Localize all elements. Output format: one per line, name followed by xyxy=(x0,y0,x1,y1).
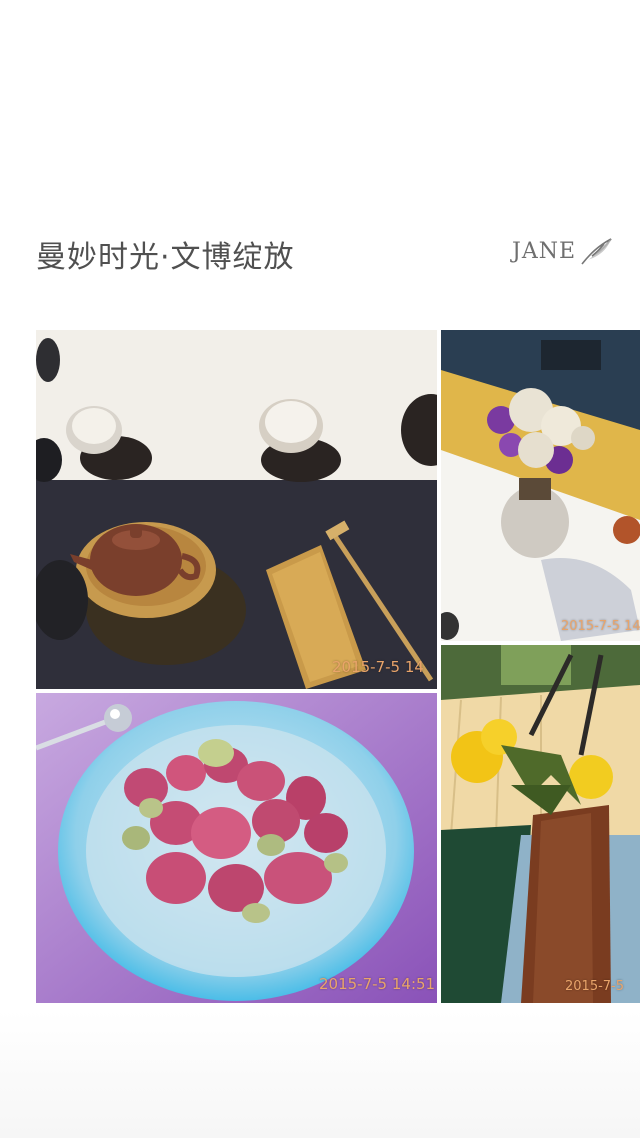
page-title: 曼妙时光·文博绽放 xyxy=(36,240,295,275)
rose-buds-photo[interactable]: 2015-7-5 14:51 xyxy=(36,693,437,1003)
photo-timestamp: 2015-7-5 xyxy=(565,979,625,994)
yellow-roses-photo[interactable]: 2015-7-5 xyxy=(441,645,640,1003)
photo-timestamp: 2015-7-5 14:5 xyxy=(561,619,640,634)
brand-logo: JANE xyxy=(512,236,614,266)
feather-icon xyxy=(578,236,614,266)
tea-set-photo[interactable]: 2015-7-5 14 xyxy=(36,330,437,689)
flower-vase-photo[interactable]: 2015-7-5 14:5 xyxy=(441,330,640,641)
brand-text: JANE xyxy=(512,238,577,264)
photo-timestamp: 2015-7-5 14 xyxy=(332,658,424,676)
page-footer-area xyxy=(0,1010,640,1138)
photo-timestamp: 2015-7-5 14:51 xyxy=(319,975,436,993)
